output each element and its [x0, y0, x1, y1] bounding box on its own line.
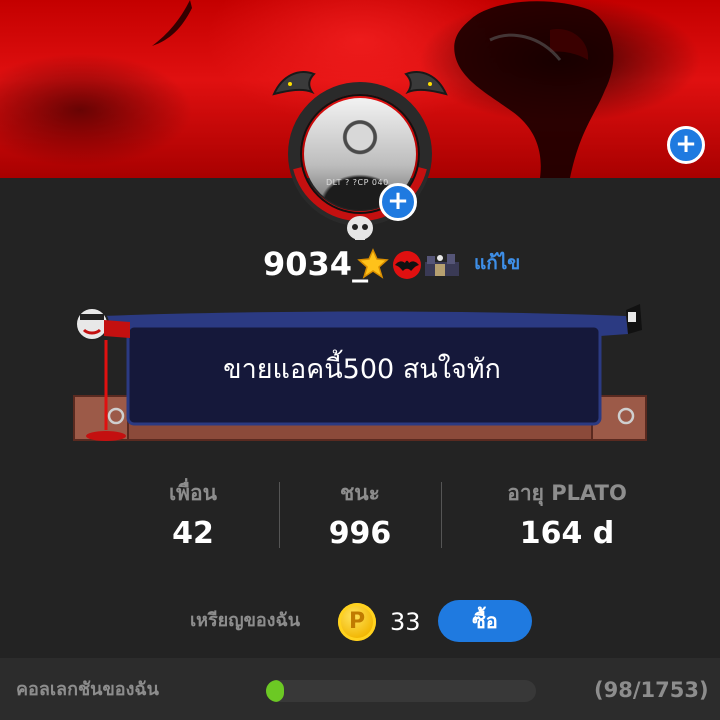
stat-value: 996 [328, 516, 392, 551]
stat-age: อายุ PLATO 164 d [467, 478, 667, 554]
collection-progress-fill [266, 680, 284, 702]
avatar-photo-caption: DLT ? ?CP 040 [326, 178, 389, 187]
stat-value: 164 d [519, 516, 615, 551]
username: 9034_ [263, 245, 369, 283]
badges [357, 248, 459, 279]
edit-profile-link[interactable]: แก้ไข [474, 248, 520, 278]
stat-friends[interactable]: เพื่อน 42 [133, 478, 253, 554]
skull-icon [347, 216, 373, 240]
castle-icon [425, 254, 459, 276]
collection-progress-text: (98/1753) [594, 678, 709, 702]
stat-label: อายุ PLATO [507, 481, 627, 505]
right-bat-icon [404, 71, 448, 96]
bio-plaque[interactable]: ขายแอคนี้500 สนใจทัก [70, 300, 650, 446]
plus-icon: + [387, 186, 409, 216]
stat-label: ชนะ [340, 481, 380, 505]
avatar-add-button[interactable]: + [379, 183, 417, 221]
avatar[interactable]: DLT ? ?CP 040 + [268, 58, 452, 248]
plus-icon: + [675, 129, 697, 159]
stats-row: เพื่อน 42 ชนะ 996 อายุ PLATO 164 d [0, 478, 720, 554]
stat-label: เพื่อน [169, 481, 217, 505]
coin-count: 33 [390, 608, 421, 636]
collection-progress-track [266, 680, 536, 702]
bio-text: ขายแอคนี้500 สนใจทัก [223, 354, 501, 385]
scythe-silhouette [152, 0, 192, 46]
coins-row: เหรียญของฉัน P 33 ซื้อ [0, 598, 720, 644]
buy-coins-button[interactable]: ซื้อ [438, 600, 532, 642]
bat-icon [393, 251, 421, 279]
rider-silhouette [454, 1, 614, 178]
collection-bar[interactable]: คอลเลกชันของฉัน (98/1753) [0, 658, 720, 720]
left-bat-icon [272, 71, 316, 96]
star-icon [357, 248, 389, 279]
stat-value: 42 [172, 516, 214, 551]
coin-icon: P [338, 603, 376, 641]
sleeping-figure-icon [75, 307, 130, 341]
divider [279, 482, 280, 548]
feet-icon [600, 304, 642, 336]
name-row: 9034_ แก้ไข [0, 244, 720, 284]
divider [441, 482, 442, 548]
cover-add-button[interactable]: + [667, 126, 705, 164]
coins-label: เหรียญของฉัน [190, 610, 301, 631]
stat-wins: ชนะ 996 [300, 478, 420, 554]
collection-label: คอลเลกชันของฉัน [16, 679, 159, 700]
